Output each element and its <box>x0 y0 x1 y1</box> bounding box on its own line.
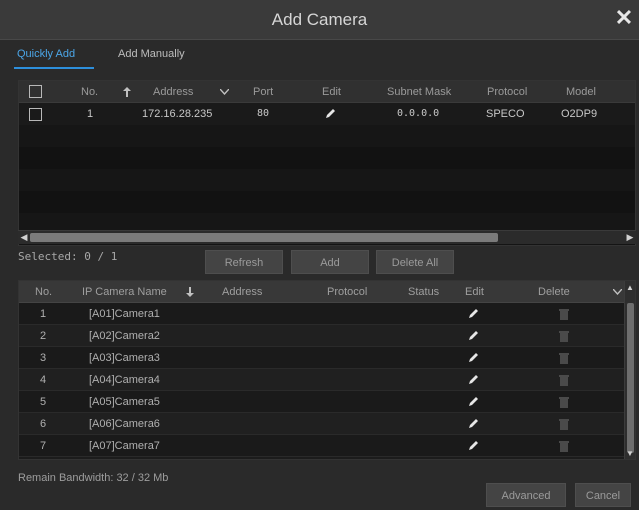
row-camera-name: [A05]Camera5 <box>89 396 160 408</box>
added-cameras-table: No. IP Camera Name Address Protocol Stat… <box>18 280 636 460</box>
scroll-thumb[interactable] <box>627 303 634 453</box>
col-edit: Edit <box>465 286 484 298</box>
horizontal-scrollbar[interactable]: ◀ ▶ <box>18 230 636 244</box>
scroll-right-icon[interactable]: ▶ <box>624 231 636 244</box>
col-model[interactable]: Model <box>566 81 596 103</box>
col-ip-camera-name[interactable]: IP Camera Name <box>82 281 167 303</box>
col-no[interactable]: No. <box>81 81 98 103</box>
scroll-left-icon[interactable]: ◀ <box>18 231 30 244</box>
tab-quickly-add[interactable]: Quickly Add <box>17 48 75 60</box>
pencil-icon[interactable] <box>467 440 481 452</box>
table-row[interactable]: 7 [A07]Camera7 <box>19 435 625 457</box>
row-camera-name: [A06]Camera6 <box>89 418 160 430</box>
table-header: No. IP Camera Name Address Protocol Stat… <box>19 281 635 303</box>
refresh-button[interactable]: Refresh <box>205 250 283 274</box>
remain-bandwidth: Remain Bandwidth: 32 / 32 Mb <box>18 472 169 484</box>
trash-icon[interactable] <box>559 418 569 430</box>
pencil-icon[interactable] <box>467 352 481 364</box>
col-protocol[interactable]: Protocol <box>327 281 367 303</box>
pencil-icon[interactable] <box>467 330 481 342</box>
chevron-down-icon[interactable] <box>219 81 230 103</box>
pencil-icon[interactable] <box>467 396 481 408</box>
col-address[interactable]: Address <box>153 81 193 103</box>
arrow-down-icon <box>186 281 194 303</box>
scroll-down-icon[interactable]: ▼ <box>625 449 635 459</box>
row-no: 2 <box>40 330 47 342</box>
scroll-up-icon[interactable]: ▲ <box>625 283 635 293</box>
trash-icon[interactable] <box>559 396 569 408</box>
col-port[interactable]: Port <box>253 81 273 103</box>
col-edit: Edit <box>322 86 341 98</box>
row-address: 172.16.28.235 <box>142 108 213 120</box>
add-button[interactable]: Add <box>291 250 369 274</box>
trash-icon[interactable] <box>559 330 569 342</box>
row-no: 4 <box>40 374 47 386</box>
advanced-button[interactable]: Advanced <box>486 483 566 507</box>
delete-all-button[interactable]: Delete All <box>376 250 454 274</box>
table-row[interactable]: 4 [A04]Camera4 <box>19 369 625 391</box>
search-results-table: No. Address Port Edit Subnet Mask Protoc… <box>18 80 636 246</box>
arrow-up-icon <box>123 81 131 103</box>
row-camera-name: [A04]Camera4 <box>89 374 160 386</box>
trash-icon[interactable] <box>559 308 569 320</box>
dialog-title: Add Camera <box>271 10 368 29</box>
table-row[interactable]: 6 [A06]Camera6 <box>19 413 625 435</box>
row-checkbox[interactable] <box>29 108 42 121</box>
table-row[interactable]: 2 [A02]Camera2 <box>19 325 625 347</box>
vertical-scrollbar[interactable]: ▲ ▼ <box>624 281 635 459</box>
col-subnet-mask[interactable]: Subnet Mask <box>387 81 451 103</box>
row-no: 5 <box>40 396 47 408</box>
row-no: 6 <box>40 418 47 430</box>
pencil-icon[interactable] <box>467 308 481 320</box>
col-address[interactable]: Address <box>222 281 262 303</box>
empty-row <box>19 147 635 169</box>
title-bar: Add Camera ✕ <box>0 0 639 40</box>
table-row[interactable]: 3 [A03]Camera3 <box>19 347 625 369</box>
trash-icon[interactable] <box>559 440 569 452</box>
empty-row <box>19 169 635 191</box>
pencil-icon[interactable] <box>467 418 481 430</box>
table-row[interactable]: 5 [A05]Camera5 <box>19 391 625 413</box>
chevron-down-icon[interactable] <box>612 281 623 303</box>
row-camera-name: [A01]Camera1 <box>89 308 160 320</box>
select-all-checkbox[interactable] <box>29 85 42 98</box>
pencil-icon[interactable] <box>467 374 481 386</box>
col-no[interactable]: No. <box>35 281 52 303</box>
tab-add-manually[interactable]: Add Manually <box>118 48 185 60</box>
pencil-icon[interactable] <box>324 108 338 120</box>
empty-row <box>19 125 635 147</box>
row-no: 1 <box>87 108 94 120</box>
col-delete: Delete <box>538 286 570 298</box>
row-port: 80 <box>257 108 270 119</box>
table-header: No. Address Port Edit Subnet Mask Protoc… <box>19 81 635 103</box>
row-model: O2DP9 <box>561 108 598 120</box>
cancel-button[interactable]: Cancel <box>575 483 631 507</box>
active-tab-indicator <box>14 67 94 69</box>
trash-icon[interactable] <box>559 374 569 386</box>
add-camera-dialog: Add Camera ✕ Quickly Add Add Manually No… <box>0 0 639 510</box>
trash-icon[interactable] <box>559 352 569 364</box>
row-no: 7 <box>40 440 47 452</box>
selected-count: Selected: 0 / 1 <box>18 250 118 263</box>
row-camera-name: [A07]Camera7 <box>89 440 160 452</box>
scroll-thumb[interactable] <box>30 233 498 242</box>
empty-row <box>19 191 635 213</box>
row-camera-name: [A02]Camera2 <box>89 330 160 342</box>
col-protocol[interactable]: Protocol <box>487 81 527 103</box>
table-row[interactable]: 1 [A01]Camera1 <box>19 303 625 325</box>
row-no: 1 <box>40 308 47 320</box>
row-camera-name: [A03]Camera3 <box>89 352 160 364</box>
row-no: 3 <box>40 352 47 364</box>
col-status[interactable]: Status <box>408 281 439 303</box>
row-subnet-mask: 0.0.0.0 <box>397 108 440 119</box>
row-protocol: SPECO <box>486 108 525 120</box>
table-row[interactable]: 1 172.16.28.235 80 0.0.0.0 SPECO O2DP9 <box>19 103 635 125</box>
close-icon[interactable]: ✕ <box>613 6 635 30</box>
